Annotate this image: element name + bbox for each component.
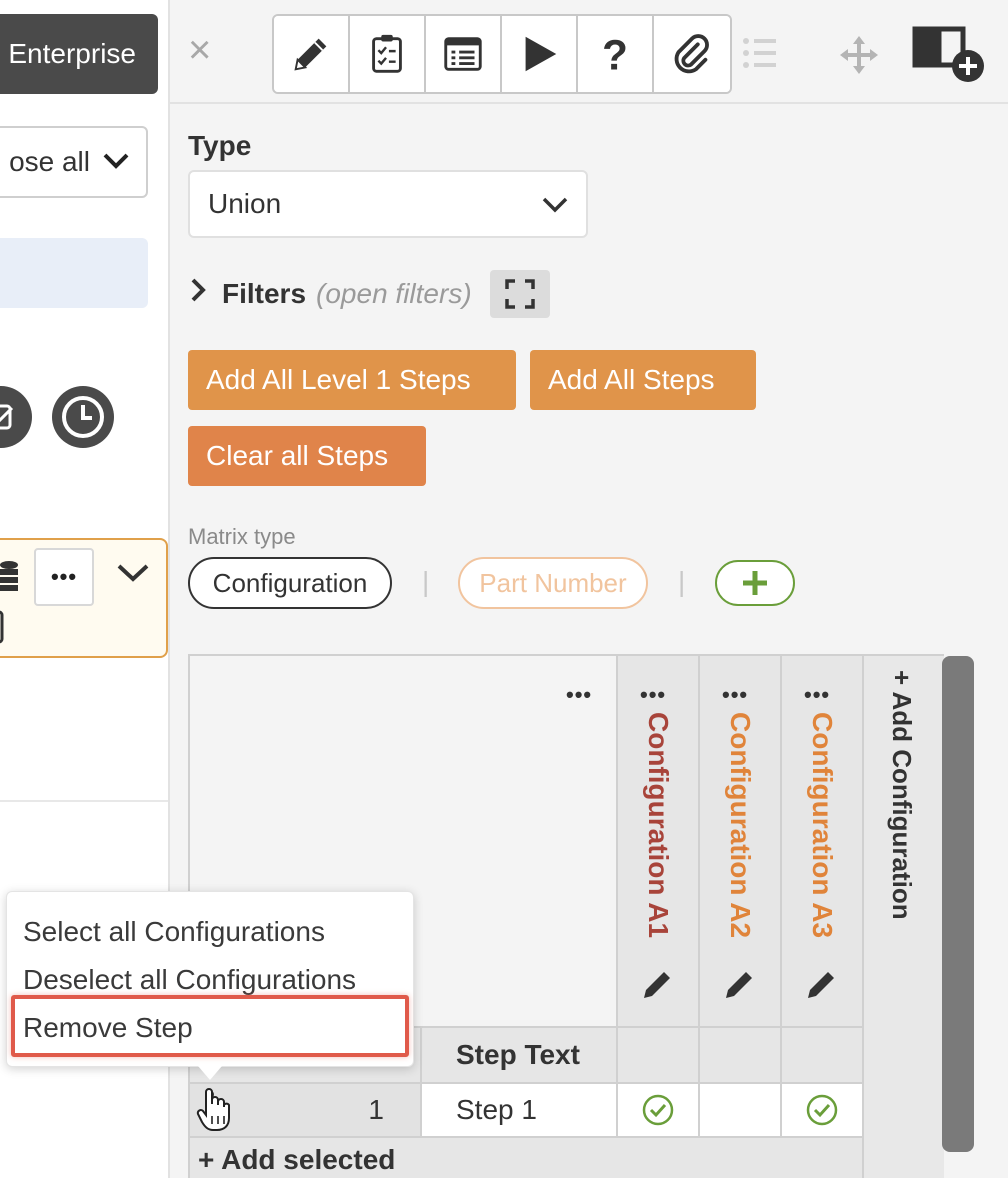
play-icon bbox=[525, 36, 557, 72]
collapse-all-label: ose all bbox=[9, 146, 90, 177]
config-column-title: Configuration A1 bbox=[643, 712, 674, 939]
chevron-right-icon bbox=[188, 276, 212, 312]
paperclip-icon bbox=[674, 34, 709, 74]
play-button[interactable] bbox=[502, 16, 578, 92]
config-column-a1: ••• Configuration A1 bbox=[616, 656, 698, 1026]
edit-button[interactable] bbox=[274, 16, 350, 92]
form-icon bbox=[444, 37, 482, 71]
step-card[interactable]: ••• bbox=[0, 538, 168, 658]
selected-item-highlight bbox=[0, 238, 148, 308]
add-configuration-column[interactable]: + Add Configuration bbox=[862, 656, 944, 1178]
column-options-icon[interactable]: ••• bbox=[640, 682, 666, 708]
type-select-value: Union bbox=[208, 188, 282, 219]
move-icon[interactable] bbox=[840, 36, 878, 79]
form-button[interactable] bbox=[426, 16, 502, 92]
add-selected-button[interactable]: + Add selected bbox=[190, 1136, 862, 1178]
chevron-down-icon[interactable] bbox=[116, 558, 150, 592]
header-cell bbox=[616, 1028, 698, 1082]
expand-icon[interactable] bbox=[489, 270, 550, 318]
divider bbox=[0, 800, 168, 802]
more-options-button[interactable]: ••• bbox=[34, 548, 94, 606]
separator: | bbox=[678, 566, 686, 597]
database-icon bbox=[0, 560, 20, 600]
type-label: Type bbox=[188, 130, 252, 161]
close-icon[interactable]: × bbox=[188, 30, 211, 70]
enterprise-button[interactable]: Enterprise bbox=[0, 14, 158, 94]
chevron-down-icon bbox=[102, 147, 130, 178]
svg-text:?: ? bbox=[602, 31, 628, 77]
menu-item-deselect-all-configurations[interactable]: Deselect all Configurations bbox=[23, 964, 356, 996]
enterprise-label: Enterprise bbox=[8, 38, 136, 69]
column-options-icon[interactable]: ••• bbox=[804, 682, 830, 708]
matrix-type-part-number[interactable]: Part Number bbox=[458, 557, 648, 609]
document-icon bbox=[0, 610, 4, 649]
step-context-menu: Select all Configurations Deselect all C… bbox=[6, 891, 414, 1067]
check-circle-icon bbox=[642, 1094, 674, 1126]
config-a1-cell[interactable] bbox=[616, 1084, 698, 1136]
separator: | bbox=[422, 566, 430, 597]
type-select[interactable]: Union bbox=[188, 170, 588, 238]
chevron-down-icon bbox=[542, 197, 568, 213]
edit-pencil-icon[interactable] bbox=[640, 966, 676, 1002]
filters-toggle[interactable]: Filters (open filters) bbox=[188, 270, 550, 318]
header-cell bbox=[698, 1028, 780, 1082]
checkbox-circle-icon[interactable] bbox=[0, 386, 32, 448]
matrix-type-label: Matrix type bbox=[188, 524, 296, 549]
add-all-level1-steps-button[interactable]: Add All Level 1 Steps bbox=[188, 350, 516, 410]
menu-item-select-all-configurations[interactable]: Select all Configurations bbox=[23, 916, 325, 948]
column-options-icon[interactable]: ••• bbox=[722, 682, 748, 708]
tool-button-group: ? bbox=[272, 14, 732, 94]
table-row[interactable]: 1 Step 1 bbox=[190, 1082, 862, 1136]
attachment-button[interactable] bbox=[654, 16, 730, 92]
header-cell bbox=[780, 1028, 862, 1082]
more-options-label: ••• bbox=[50, 564, 78, 589]
clear-all-steps-button[interactable]: Clear all Steps bbox=[188, 426, 426, 486]
step-text-cell[interactable]: Step 1 bbox=[420, 1084, 616, 1136]
matrix-options-icon[interactable]: ••• bbox=[566, 682, 592, 708]
collapse-all-select[interactable]: ose all bbox=[0, 126, 148, 198]
check-circle-icon bbox=[806, 1094, 838, 1126]
menu-pointer bbox=[198, 1066, 222, 1080]
checklist-button[interactable] bbox=[350, 16, 426, 92]
edit-pencil-icon[interactable] bbox=[804, 966, 840, 1002]
help-icon: ? bbox=[602, 31, 628, 77]
config-column-a3: ••• Configuration A3 bbox=[780, 656, 862, 1026]
config-column-title: Configuration A3 bbox=[807, 712, 838, 939]
add-configuration-label: + Add Configuration bbox=[887, 670, 917, 920]
filters-hint: (open filters) bbox=[316, 278, 472, 309]
config-a2-cell[interactable] bbox=[698, 1084, 780, 1136]
clipboard-checklist-icon bbox=[372, 34, 402, 73]
list-icon[interactable] bbox=[742, 36, 778, 75]
vertical-scrollbar[interactable] bbox=[942, 656, 974, 1152]
add-matrix-type-button[interactable] bbox=[715, 560, 795, 606]
add-all-steps-button[interactable]: Add All Steps bbox=[530, 350, 756, 410]
help-button[interactable]: ? bbox=[578, 16, 654, 92]
header-step-text: Step Text bbox=[420, 1028, 616, 1082]
panel-toolbar: × ? bbox=[170, 0, 1008, 104]
add-column-icon[interactable] bbox=[912, 24, 988, 89]
pencil-icon bbox=[294, 38, 327, 71]
plus-icon bbox=[743, 571, 767, 595]
menu-item-remove-step[interactable]: Remove Step bbox=[23, 1012, 193, 1044]
edit-pencil-icon[interactable] bbox=[722, 966, 758, 1002]
config-a3-cell[interactable] bbox=[780, 1084, 862, 1136]
config-column-title: Configuration A2 bbox=[725, 712, 756, 939]
matrix-type-configuration[interactable]: Configuration bbox=[188, 557, 392, 609]
clock-icon[interactable] bbox=[52, 386, 114, 448]
filters-label: Filters bbox=[222, 278, 307, 309]
config-column-a2: ••• Configuration A2 bbox=[698, 656, 780, 1026]
hand-cursor-icon bbox=[196, 1088, 230, 1131]
